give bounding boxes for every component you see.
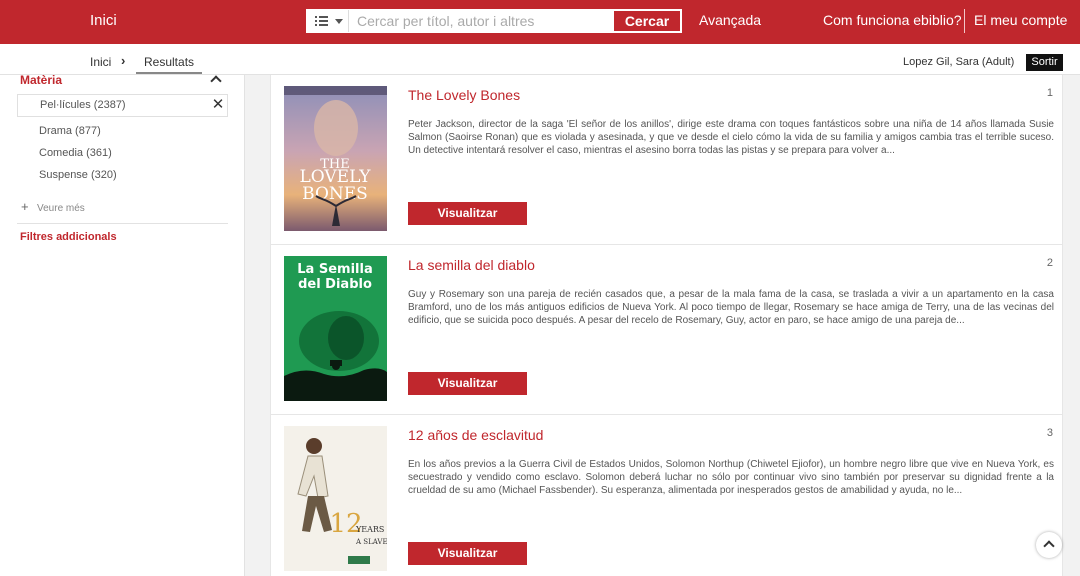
chevron-right-icon: › [121,53,126,68]
svg-text:La Semilla: La Semilla [297,262,372,277]
view-button[interactable]: Visualitzar [408,202,527,225]
breadcrumb-current: Resultats [136,55,203,74]
search-bar: Cercar [306,9,682,33]
svg-text:A SLAVE: A SLAVE [355,538,387,546]
active-filter-label: Pel·lícules (2387) [40,99,126,111]
home-link[interactable]: Inici [90,12,117,29]
result-card: 12 YEARS A SLAVE 12 años de esclavitud 3… [270,415,1063,576]
search-input[interactable] [350,10,612,32]
chevron-down-icon [335,19,343,24]
svg-text:YEARS: YEARS [355,525,384,534]
search-button[interactable]: Cercar [613,10,681,32]
result-title[interactable]: The Lovely Bones [408,87,520,103]
sub-bar: Inici › Resultats Lopez Gil, Sara (Adult… [0,44,1080,75]
svg-text:BONES: BONES [302,184,368,204]
results-area: THE LOVELY BONES The Lovely Bones 1 Pete… [245,75,1080,576]
view-button[interactable]: Visualitzar [408,372,527,395]
svg-text:del Diablo: del Diablo [298,277,372,292]
user-name[interactable]: Lopez Gil, Sara (Adult) [903,56,1014,68]
see-more-label: Veure més [37,203,85,214]
result-description: Guy y Rosemary son una pareja de recién … [408,289,1054,326]
how-it-works-link[interactable]: Com funciona ebiblio? [823,12,962,28]
plus-icon: + [21,199,29,214]
result-title[interactable]: 12 años de esclavitud [408,427,543,443]
result-number: 3 [1046,427,1053,439]
facet-item-suspense[interactable]: Suspense (320) [39,169,117,181]
cover-image[interactable]: 12 YEARS A SLAVE [284,426,387,571]
view-button[interactable]: Visualitzar [408,542,527,565]
breadcrumb-home[interactable]: Inici [90,55,111,69]
see-more-link[interactable]: + Veure més [21,199,85,214]
facet-title[interactable]: Matèria [20,73,62,87]
search-type-dropdown[interactable] [307,10,349,32]
result-description: Peter Jackson, director de la saga 'El s… [408,119,1054,156]
chevron-up-icon[interactable] [211,75,221,85]
top-bar: Inici Cercar Avançada Com funciona ebibl… [0,0,1080,44]
list-icon [315,16,328,26]
cover-image[interactable]: La Semilla del Diablo [284,256,387,401]
svg-text:12: 12 [329,509,362,539]
result-title[interactable]: La semilla del diablo [408,257,535,273]
logout-button[interactable]: Sortir [1026,54,1063,71]
scroll-to-top-button[interactable] [1036,532,1062,558]
filter-sidebar: Matèria Pel·lícules (2387) ✕ Drama (877)… [0,73,245,576]
result-number: 1 [1046,87,1053,99]
result-card: THE LOVELY BONES The Lovely Bones 1 Pete… [270,75,1063,245]
divider [17,223,228,224]
active-filter: Pel·lícules (2387) ✕ [17,94,228,117]
result-card: La Semilla del Diablo La semilla del dia… [270,245,1063,415]
my-account-link[interactable]: El meu compte [974,12,1067,28]
facet-item-comedia[interactable]: Comedia (361) [39,147,112,159]
header-divider [964,9,965,33]
result-number: 2 [1046,257,1053,269]
result-description: En los años previos a la Guerra Civil de… [408,459,1054,496]
additional-filters-link[interactable]: Filtres addicionals [20,231,117,243]
cover-image[interactable]: THE LOVELY BONES [284,86,387,231]
close-icon[interactable]: ✕ [211,97,225,112]
advanced-search-link[interactable]: Avançada [699,12,761,28]
facet-item-drama[interactable]: Drama (877) [39,125,101,137]
